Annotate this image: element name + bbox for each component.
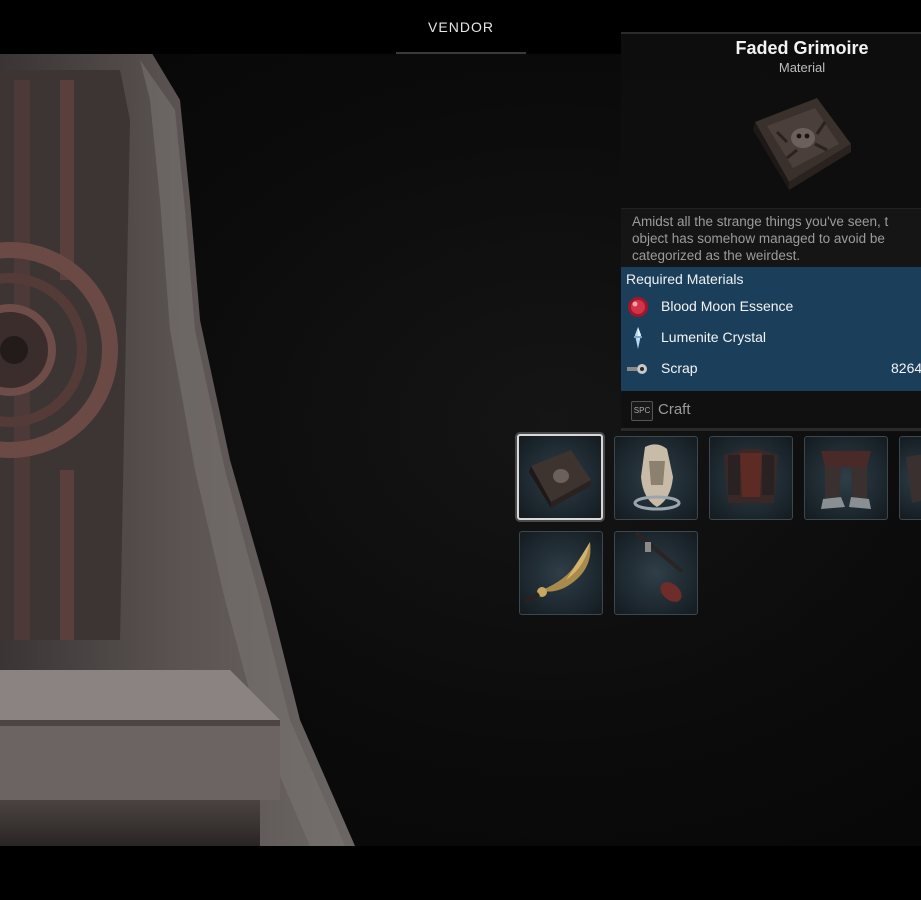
craft-label: Craft bbox=[658, 401, 691, 418]
bottom-bar bbox=[0, 846, 921, 900]
item-slot-bone-helm[interactable] bbox=[614, 436, 698, 520]
partial-item-icon bbox=[906, 454, 921, 503]
material-row-blood-moon-essence: Blood Moon Essence bbox=[621, 295, 921, 321]
required-materials-header: Required Materials bbox=[626, 271, 744, 287]
description-line: categorized as the weirdest. bbox=[632, 248, 801, 263]
material-row-scrap: Scrap 8264 bbox=[621, 357, 921, 383]
required-materials-section: Required Materials Blood Moon Essence Lu… bbox=[621, 267, 921, 391]
blood-moon-essence-icon bbox=[628, 297, 648, 317]
item-type: Material bbox=[778, 60, 826, 75]
stone-statue-image bbox=[0, 50, 355, 846]
material-name: Blood Moon Essence bbox=[661, 298, 794, 314]
panel-underline bbox=[621, 428, 921, 431]
lumenite-crystal-icon bbox=[634, 327, 642, 349]
leg-armor-icon bbox=[821, 451, 871, 509]
item-title: Faded Grimoire bbox=[735, 38, 869, 58]
item-slot-staff[interactable] bbox=[614, 531, 698, 615]
item-slot-partial[interactable] bbox=[899, 436, 921, 520]
grimoire-icon bbox=[529, 450, 591, 508]
spacebar-key-hint: SPC bbox=[631, 401, 653, 421]
scrap-icon bbox=[627, 364, 647, 374]
material-row-lumenite-crystal: Lumenite Crystal bbox=[621, 326, 921, 352]
item-detail-panel: Faded Grimoire Material Amidst all the s… bbox=[621, 32, 921, 432]
bone-helm-icon bbox=[633, 444, 681, 511]
material-name: Scrap bbox=[661, 360, 698, 376]
item-description: Amidst all the strange things you've see… bbox=[621, 208, 921, 267]
description-line: object has somehow managed to avoid be bbox=[632, 231, 885, 246]
chest-armor-icon bbox=[724, 449, 778, 503]
item-slot-chest-armor[interactable] bbox=[709, 436, 793, 520]
item-slot-grimoire[interactable] bbox=[517, 434, 603, 520]
material-name: Lumenite Crystal bbox=[661, 329, 767, 345]
craft-button[interactable]: SPC Craft bbox=[621, 396, 921, 430]
tab-vendor[interactable]: VENDOR bbox=[396, 0, 526, 54]
description-line: Amidst all the strange things you've see… bbox=[632, 214, 889, 229]
item-slot-curved-blade[interactable] bbox=[519, 531, 603, 615]
staff-icon bbox=[634, 532, 684, 602]
item-slot-leg-armor[interactable] bbox=[804, 436, 888, 520]
grimoire-icon bbox=[753, 98, 851, 190]
material-count: 8264 bbox=[891, 360, 921, 376]
curved-blade-icon bbox=[524, 542, 591, 604]
